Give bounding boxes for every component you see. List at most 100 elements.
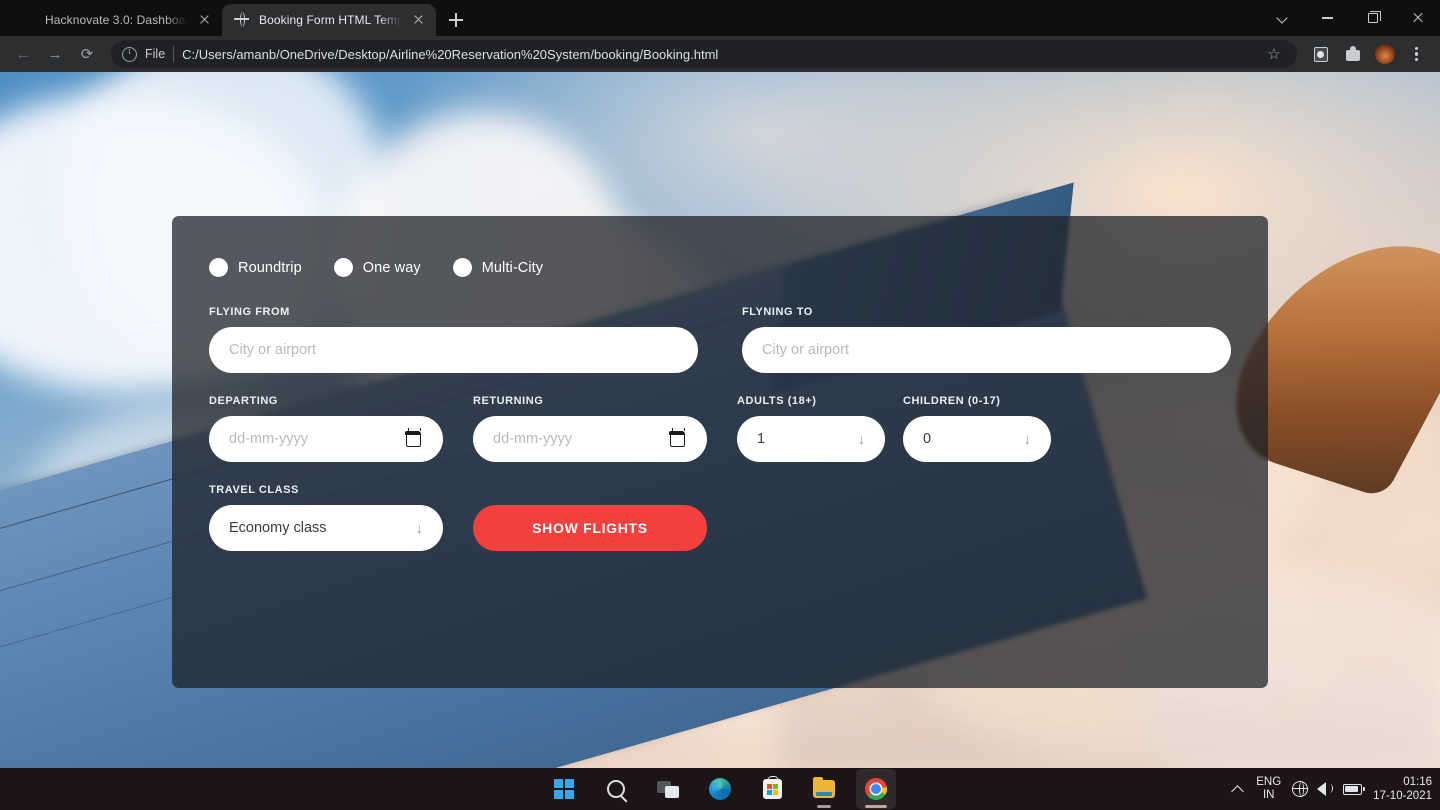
departing-label: DEPARTING [209, 395, 278, 407]
tab-search-chevron-icon[interactable] [1260, 0, 1305, 36]
browser-toolbar: ← → ⟳ File C:/Users/amanb/OneDrive/Deskt… [0, 36, 1440, 72]
trip-type-label: Roundtrip [238, 259, 302, 276]
divider [173, 46, 175, 62]
globe-icon [234, 12, 250, 28]
flying-to-label: FLYNING TO [742, 306, 813, 318]
network-icon[interactable] [1291, 780, 1309, 797]
adults-value: 1 [757, 431, 766, 447]
start-icon[interactable] [544, 769, 584, 809]
clock-date: 17-10-2021 [1373, 790, 1432, 802]
language-line-2: IN [1262, 789, 1275, 801]
microsoft-store-icon[interactable] [752, 769, 792, 809]
battery-icon[interactable] [1343, 783, 1365, 795]
flying-to-group: FLYNING TO City or airport [742, 306, 1231, 373]
flying-from-group: FLYING FROM City or airport [209, 306, 698, 373]
departing-date-input[interactable]: dd-mm-yyyy [209, 416, 443, 462]
input-placeholder: dd-mm-yyyy [493, 431, 572, 447]
taskbar-apps [544, 769, 896, 809]
returning-label: RETURNING [473, 395, 544, 407]
radio-icon[interactable] [452, 258, 472, 277]
browser-tab-1[interactable]: Hacknovate 3.0: Dashboard | Dev [8, 4, 222, 36]
star-icon[interactable]: ☆ [1261, 41, 1287, 67]
chrome-icon[interactable] [856, 769, 896, 809]
children-select[interactable]: 0 ↓ [903, 416, 1051, 462]
three-dot-menu-icon[interactable] [1402, 39, 1432, 69]
class-and-submit-row: TRAVEL CLASS Economy class ↓ SHOW FLIGHT… [209, 484, 1231, 551]
page-viewport: Roundtrip One way Multi-City FLYING FROM… [0, 72, 1440, 768]
minimize-icon[interactable] [1305, 0, 1350, 36]
flying-to-input[interactable]: City or airport [742, 327, 1231, 373]
adults-group: ADULTS (18+) 1 ↓ [737, 395, 885, 462]
travel-class-value: Economy class [229, 520, 327, 536]
blue-d-icon [20, 12, 36, 28]
input-placeholder: City or airport [762, 342, 850, 358]
clock[interactable]: 01:16 17-10-2021 [1373, 775, 1432, 804]
language-line-1: ENG [1256, 775, 1282, 788]
radio-icon[interactable] [333, 258, 353, 277]
origin-destination-row: FLYING FROM City or airport FLYNING TO C… [209, 306, 1231, 373]
language-indicator[interactable]: ENG IN [1256, 776, 1281, 802]
task-view-icon[interactable] [648, 769, 688, 809]
adults-label: ADULTS (18+) [737, 395, 817, 407]
arrow-down-icon[interactable]: ↓ [858, 432, 866, 447]
trip-type-group: Roundtrip One way Multi-City [209, 258, 1231, 277]
calendar-icon[interactable] [669, 427, 685, 447]
radio-icon[interactable] [209, 258, 228, 277]
flying-from-label: FLYING FROM [209, 306, 290, 318]
travel-class-group: TRAVEL CLASS Economy class ↓ [209, 484, 443, 551]
show-hidden-icons-chevron[interactable] [1231, 782, 1245, 796]
tab-title: Hacknovate 3.0: Dashboard | Dev [45, 13, 187, 27]
arrow-down-icon[interactable]: ↓ [416, 521, 424, 536]
puzzle-icon[interactable] [1338, 39, 1368, 69]
browser-window: Hacknovate 3.0: Dashboard | Dev Booking … [0, 0, 1440, 810]
maximize-icon[interactable] [1350, 0, 1395, 36]
dates-passengers-row: DEPARTING dd-mm-yyyy RETURNING dd-mm-yyy… [209, 395, 1231, 462]
clock-time: 01:16 [1403, 775, 1432, 788]
tab-strip: Hacknovate 3.0: Dashboard | Dev Booking … [0, 0, 1440, 36]
travel-class-label: TRAVEL CLASS [209, 484, 299, 496]
security-label: File [145, 47, 166, 61]
flying-from-input[interactable]: City or airport [209, 327, 698, 373]
booking-form-panel: Roundtrip One way Multi-City FLYING FROM… [172, 216, 1268, 688]
edge-icon[interactable] [700, 769, 740, 809]
new-tab-button[interactable] [442, 6, 470, 34]
trip-type-one-way[interactable]: One way [333, 258, 421, 277]
file-explorer-icon[interactable] [804, 769, 844, 809]
reload-icon[interactable]: ⟳ [72, 39, 102, 69]
arrow-down-icon[interactable]: ↓ [1024, 432, 1032, 447]
input-placeholder: dd-mm-yyyy [229, 431, 308, 447]
url-text: C:/Users/amanb/OneDrive/Desktop/Airline%… [182, 46, 719, 62]
input-placeholder: City or airport [229, 342, 317, 358]
window-controls [1260, 0, 1440, 36]
tab-title: Booking Form HTML Template [259, 13, 401, 27]
site-info-icon[interactable] [122, 46, 137, 62]
volume-icon[interactable] [1317, 782, 1334, 797]
children-group: CHILDREN (0-17) 0 ↓ [903, 395, 1051, 462]
calendar-icon[interactable] [405, 427, 421, 447]
returning-group: RETURNING dd-mm-yyyy [473, 395, 707, 462]
children-value: 0 [923, 431, 932, 447]
close-icon[interactable] [410, 12, 426, 28]
system-tray: ENG IN 01:16 17-10-2021 [1231, 768, 1432, 810]
address-bar[interactable]: File C:/Users/amanb/OneDrive/Desktop/Air… [111, 40, 1297, 68]
trip-type-multi-city[interactable]: Multi-City [452, 258, 544, 277]
browser-tab-2[interactable]: Booking Form HTML Template [222, 4, 436, 36]
forward-arrow-icon[interactable]: → [40, 39, 70, 69]
children-label: CHILDREN (0-17) [903, 395, 1001, 407]
adults-select[interactable]: 1 ↓ [737, 416, 885, 462]
avatar-icon[interactable] [1370, 39, 1400, 69]
search-icon[interactable] [596, 769, 636, 809]
trip-type-label: One way [362, 259, 421, 276]
trip-type-roundtrip[interactable]: Roundtrip [209, 258, 302, 277]
close-icon[interactable] [196, 12, 212, 28]
back-arrow-icon[interactable]: ← [8, 39, 38, 69]
show-flights-button[interactable]: SHOW FLIGHTS [473, 505, 707, 551]
travel-class-select[interactable]: Economy class ↓ [209, 505, 443, 551]
returning-date-input[interactable]: dd-mm-yyyy [473, 416, 707, 462]
side-panel-icon[interactable] [1306, 39, 1336, 69]
tray-status-icons [1291, 780, 1365, 797]
trip-type-label: Multi-City [481, 259, 544, 276]
close-icon[interactable] [1395, 0, 1440, 36]
departing-group: DEPARTING dd-mm-yyyy [209, 395, 443, 462]
windows-taskbar: ENG IN 01:16 17-10-2021 [0, 768, 1440, 810]
